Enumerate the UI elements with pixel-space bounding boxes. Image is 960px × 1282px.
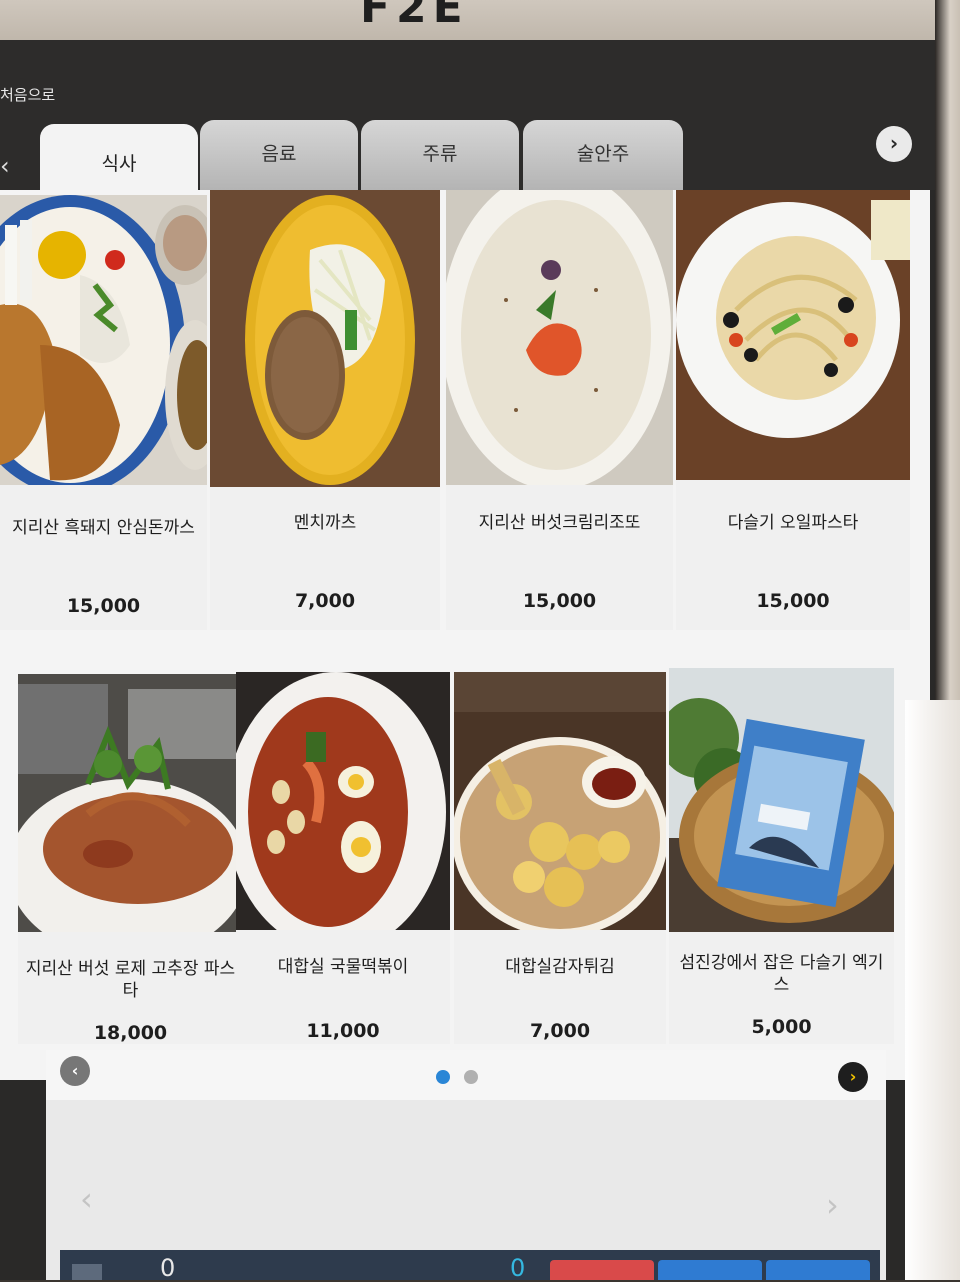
menu-item-price: 15,000 (756, 590, 830, 612)
tab-drinks[interactable]: 음료 (200, 120, 358, 192)
food-photo (446, 190, 673, 485)
menu-item-name: 지리산 흑돼지 안심돈까스 (12, 518, 195, 538)
menu-item-price: 11,000 (306, 1020, 380, 1042)
kiosk-logo: F2E (360, 0, 469, 33)
home-button[interactable]: 처음으로 (0, 84, 55, 105)
food-photo (18, 674, 243, 932)
menu-item[interactable]: 대합실 국물떡볶이 11,000 (236, 672, 450, 1044)
menu-grid: 지리산 흑돼지 안심돈까스 15,000 멘치까츠 7,000 지리산 버섯크림… (0, 190, 930, 1080)
menu-item-price: 18,000 (93, 1022, 168, 1044)
menu-item-price: 15,000 (522, 590, 597, 612)
menu-item[interactable]: 섬진강에서 잡은 다슬기 엑기스 5,000 (669, 668, 894, 1044)
food-photo (454, 672, 666, 930)
kiosk-side-panel (905, 700, 960, 1280)
menu-item-price: 5,000 (751, 1016, 812, 1038)
menu-item-name: 대합실 국물떡볶이 (277, 957, 409, 977)
menu-item[interactable]: 멘치까츠 7,000 (210, 190, 440, 630)
menu-item[interactable]: 지리산 버섯 로제 고추장 파스타 18,000 (18, 674, 243, 1044)
menu-item[interactable]: 대합실감자튀김 7,000 (454, 672, 666, 1044)
cancel-button[interactable] (550, 1260, 654, 1280)
food-photo (0, 195, 207, 485)
food-photo (236, 672, 450, 930)
page-dot-inactive[interactable] (464, 1070, 478, 1084)
cart-next-icon[interactable]: › (826, 1186, 839, 1224)
menu-item-name: 다슬기 오일파스타 (727, 513, 859, 533)
menu-icon[interactable] (72, 1264, 102, 1280)
page-dot-active[interactable] (436, 1070, 450, 1084)
tab-scroll-left-icon[interactable]: ‹ (0, 152, 10, 180)
previous-page-icon[interactable]: ‹ (60, 1056, 90, 1086)
food-photo (210, 190, 440, 487)
menu-item[interactable]: 지리산 버섯크림리조또 15,000 (446, 190, 673, 630)
pay-button[interactable] (658, 1260, 762, 1280)
tab-snacks[interactable]: 술안주 (523, 120, 683, 192)
food-photo (676, 190, 910, 480)
menu-item-name: 지리산 버섯크림리조또 (478, 513, 641, 533)
menu-item[interactable]: 지리산 흑돼지 안심돈까스 15,000 (0, 195, 207, 630)
pay-count: 0 (510, 1254, 526, 1282)
kiosk-screen: 처음으로 ‹ 식사 음료 주류 술안주 › 지리산 흑돼지 안심돈까스 15,0… (0, 40, 940, 1280)
cart-prev-icon[interactable]: ‹ (80, 1180, 93, 1218)
bottom-bar: 0 0 (60, 1250, 880, 1282)
menu-item-price: 15,000 (66, 595, 141, 617)
menu-item-name: 멘치까츠 (293, 513, 357, 533)
tab-scroll-right-icon[interactable]: › (876, 126, 912, 162)
order-button[interactable] (766, 1260, 870, 1280)
header-bar: 처음으로 ‹ 식사 음료 주류 술안주 › (0, 40, 940, 204)
menu-item-price: 7,000 (294, 590, 356, 612)
menu-item-name: 지리산 버섯 로제 고추장 파스타 (25, 959, 236, 1001)
page-indicator: ‹ › (46, 1050, 886, 1100)
menu-item-name: 대합실감자튀김 (505, 957, 615, 977)
next-page-icon[interactable]: › (838, 1062, 868, 1092)
menu-item[interactable]: 다슬기 오일파스타 15,000 (676, 190, 910, 630)
menu-item-price: 7,000 (529, 1020, 591, 1042)
menu-item-name: 섬진강에서 잡은 다슬기 엑기스 (679, 953, 884, 995)
cart-count: 0 (160, 1254, 176, 1282)
food-photo (669, 668, 894, 932)
tab-alcohol[interactable]: 주류 (361, 120, 519, 192)
